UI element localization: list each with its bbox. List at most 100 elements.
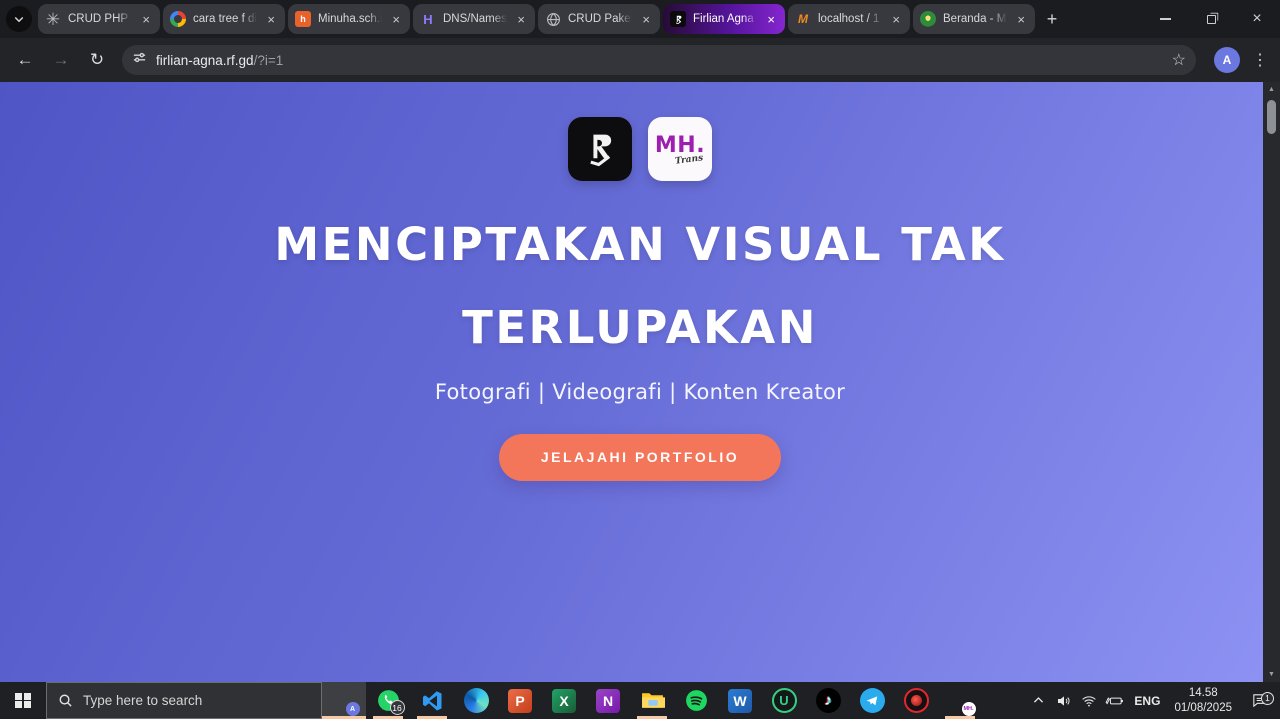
- taskbar-tiktok[interactable]: ♪: [806, 682, 850, 719]
- whatsapp-badge: 16: [390, 700, 405, 715]
- excel-icon: X: [552, 689, 576, 713]
- taskbar-onenote[interactable]: N: [586, 682, 630, 719]
- page-title: MENCIPTAKAN VISUAL TAK TERLUPAKAN: [205, 203, 1075, 370]
- red-utility-icon: [904, 688, 929, 713]
- chevron-down-icon: [13, 13, 25, 25]
- tab-beranda[interactable]: Beranda - M ×: [913, 4, 1035, 34]
- taskbar-edge[interactable]: [454, 682, 498, 719]
- webpage-hero: MH. Trans MENCIPTAKAN VISUAL TAK TERLUPA…: [0, 82, 1280, 682]
- close-icon[interactable]: ×: [639, 12, 653, 27]
- close-icon[interactable]: ×: [389, 12, 403, 27]
- taskbar-vscode[interactable]: [410, 682, 454, 719]
- taskbar-file-explorer[interactable]: [630, 682, 674, 719]
- close-icon[interactable]: ×: [1014, 12, 1028, 27]
- new-tab-button[interactable]: +: [1038, 5, 1066, 33]
- tab-label: CRUD PHP u: [68, 13, 132, 25]
- close-icon[interactable]: ×: [889, 12, 903, 27]
- action-center-button[interactable]: 1: [1238, 692, 1280, 709]
- scroll-up-icon[interactable]: ▲: [1268, 82, 1275, 97]
- tiktok-icon: ♪: [816, 688, 841, 713]
- tab-label: cara tree f di: [193, 13, 257, 25]
- taskbar-telegram[interactable]: [850, 682, 894, 719]
- taskbar-chrome-mh[interactable]: MH.: [938, 682, 982, 719]
- start-button[interactable]: [0, 682, 46, 719]
- reload-button[interactable]: ↻: [80, 43, 114, 77]
- file-explorer-icon: [640, 688, 665, 713]
- restore-icon: [1207, 15, 1216, 24]
- tray-chevron-up[interactable]: [1026, 694, 1051, 707]
- clock[interactable]: 14.58 01/08/2025: [1168, 686, 1238, 715]
- taskbar-whatsapp[interactable]: 16: [366, 682, 410, 719]
- taskbar-iobit[interactable]: U: [762, 682, 806, 719]
- phpmyadmin-icon: M: [795, 11, 811, 27]
- firlian-monogram-icon: [670, 11, 686, 27]
- taskbar-word[interactable]: W: [718, 682, 762, 719]
- close-window-button[interactable]: ×: [1234, 0, 1280, 38]
- mh-logo: MH. Trans: [648, 117, 712, 181]
- address-bar[interactable]: firlian-agna.rf.gd/?i=1 ☆: [122, 45, 1196, 75]
- battery-pen-icon[interactable]: [1101, 693, 1126, 709]
- tab-dns-nameserver[interactable]: H DNS/Names ×: [413, 4, 535, 34]
- firlian-logo: [568, 117, 632, 181]
- url-host: firlian-agna.rf.gd: [156, 53, 254, 68]
- system-tray: ENG 14.58 01/08/2025 1: [1026, 682, 1280, 719]
- windows-logo-icon: [15, 693, 31, 709]
- back-button[interactable]: ←: [8, 43, 42, 77]
- onenote-icon: N: [596, 689, 620, 713]
- google-icon: [170, 11, 186, 27]
- close-icon[interactable]: ×: [764, 12, 778, 27]
- url-text[interactable]: firlian-agna.rf.gd/?i=1: [156, 53, 283, 68]
- tab-crud-php[interactable]: ✳ CRUD PHP u ×: [38, 4, 160, 34]
- chrome-mh-profile-badge: MH.: [962, 702, 976, 716]
- url-path: /?i=1: [254, 53, 284, 68]
- taskbar-search-input[interactable]: Type here to search: [46, 682, 322, 719]
- minimize-icon: [1160, 18, 1171, 19]
- taskbar-spotify[interactable]: [674, 682, 718, 719]
- wifi-icon[interactable]: [1076, 693, 1101, 709]
- tab-localhost[interactable]: M localhost / 1 ×: [788, 4, 910, 34]
- search-icon: [58, 693, 73, 708]
- notification-badge: 1: [1261, 692, 1274, 705]
- taskbar-excel[interactable]: X: [542, 682, 586, 719]
- taskbar-powerpoint[interactable]: P: [498, 682, 542, 719]
- globe-icon: [545, 11, 561, 27]
- profile-avatar[interactable]: A: [1214, 47, 1240, 73]
- telegram-icon: [860, 688, 885, 713]
- tab-search-button[interactable]: [6, 6, 32, 32]
- tab-minuha[interactable]: h Minuha.sch.i ×: [288, 4, 410, 34]
- time: 14.58: [1189, 687, 1218, 699]
- purple-hosting-icon: H: [420, 11, 436, 27]
- scrollbar-thumb[interactable]: [1267, 100, 1276, 134]
- search-placeholder: Type here to search: [83, 693, 202, 708]
- spotify-icon: [684, 688, 709, 713]
- browser-toolbar: ← → ↻ firlian-agna.rf.gd/?i=1 ☆ A ⋮: [0, 38, 1280, 82]
- forward-button[interactable]: →: [44, 43, 78, 77]
- explore-portfolio-button[interactable]: JELAJAHI PORTFOLIO: [499, 434, 781, 481]
- tab-label: Beranda - M: [943, 13, 1007, 25]
- tab-label: localhost / 1: [818, 13, 882, 25]
- minimize-button[interactable]: [1142, 0, 1188, 38]
- tab-firlian-agna-active[interactable]: Firlian Agna ×: [663, 4, 785, 34]
- tab-cara-tree[interactable]: cara tree f di ×: [163, 4, 285, 34]
- restore-button[interactable]: [1188, 0, 1234, 38]
- language-indicator[interactable]: ENG: [1126, 694, 1168, 708]
- tab-crud-paket[interactable]: CRUD Paket ×: [538, 4, 660, 34]
- powerpoint-icon: P: [508, 689, 532, 713]
- orange-doc-icon: h: [295, 11, 311, 27]
- close-icon[interactable]: ×: [514, 12, 528, 27]
- scroll-down-icon[interactable]: ▼: [1268, 667, 1275, 682]
- close-icon[interactable]: ×: [139, 12, 153, 27]
- volume-icon[interactable]: [1051, 693, 1076, 709]
- iobit-icon: U: [772, 688, 797, 713]
- close-icon[interactable]: ×: [264, 12, 278, 27]
- browser-titlebar: ✳ CRUD PHP u × cara tree f di × h Minuha…: [0, 0, 1280, 38]
- browser-menu-icon[interactable]: ⋮: [1248, 50, 1272, 70]
- page-scrollbar[interactable]: ▲ ▼: [1263, 82, 1280, 682]
- tab-label: Minuha.sch.i: [318, 13, 382, 25]
- taskbar-chrome[interactable]: A: [322, 682, 366, 719]
- tab-label: DNS/Names: [443, 13, 507, 25]
- site-settings-icon[interactable]: [132, 50, 147, 70]
- word-icon: W: [728, 689, 752, 713]
- bookmark-star-icon[interactable]: ☆: [1172, 50, 1186, 70]
- taskbar-red-utility[interactable]: [894, 682, 938, 719]
